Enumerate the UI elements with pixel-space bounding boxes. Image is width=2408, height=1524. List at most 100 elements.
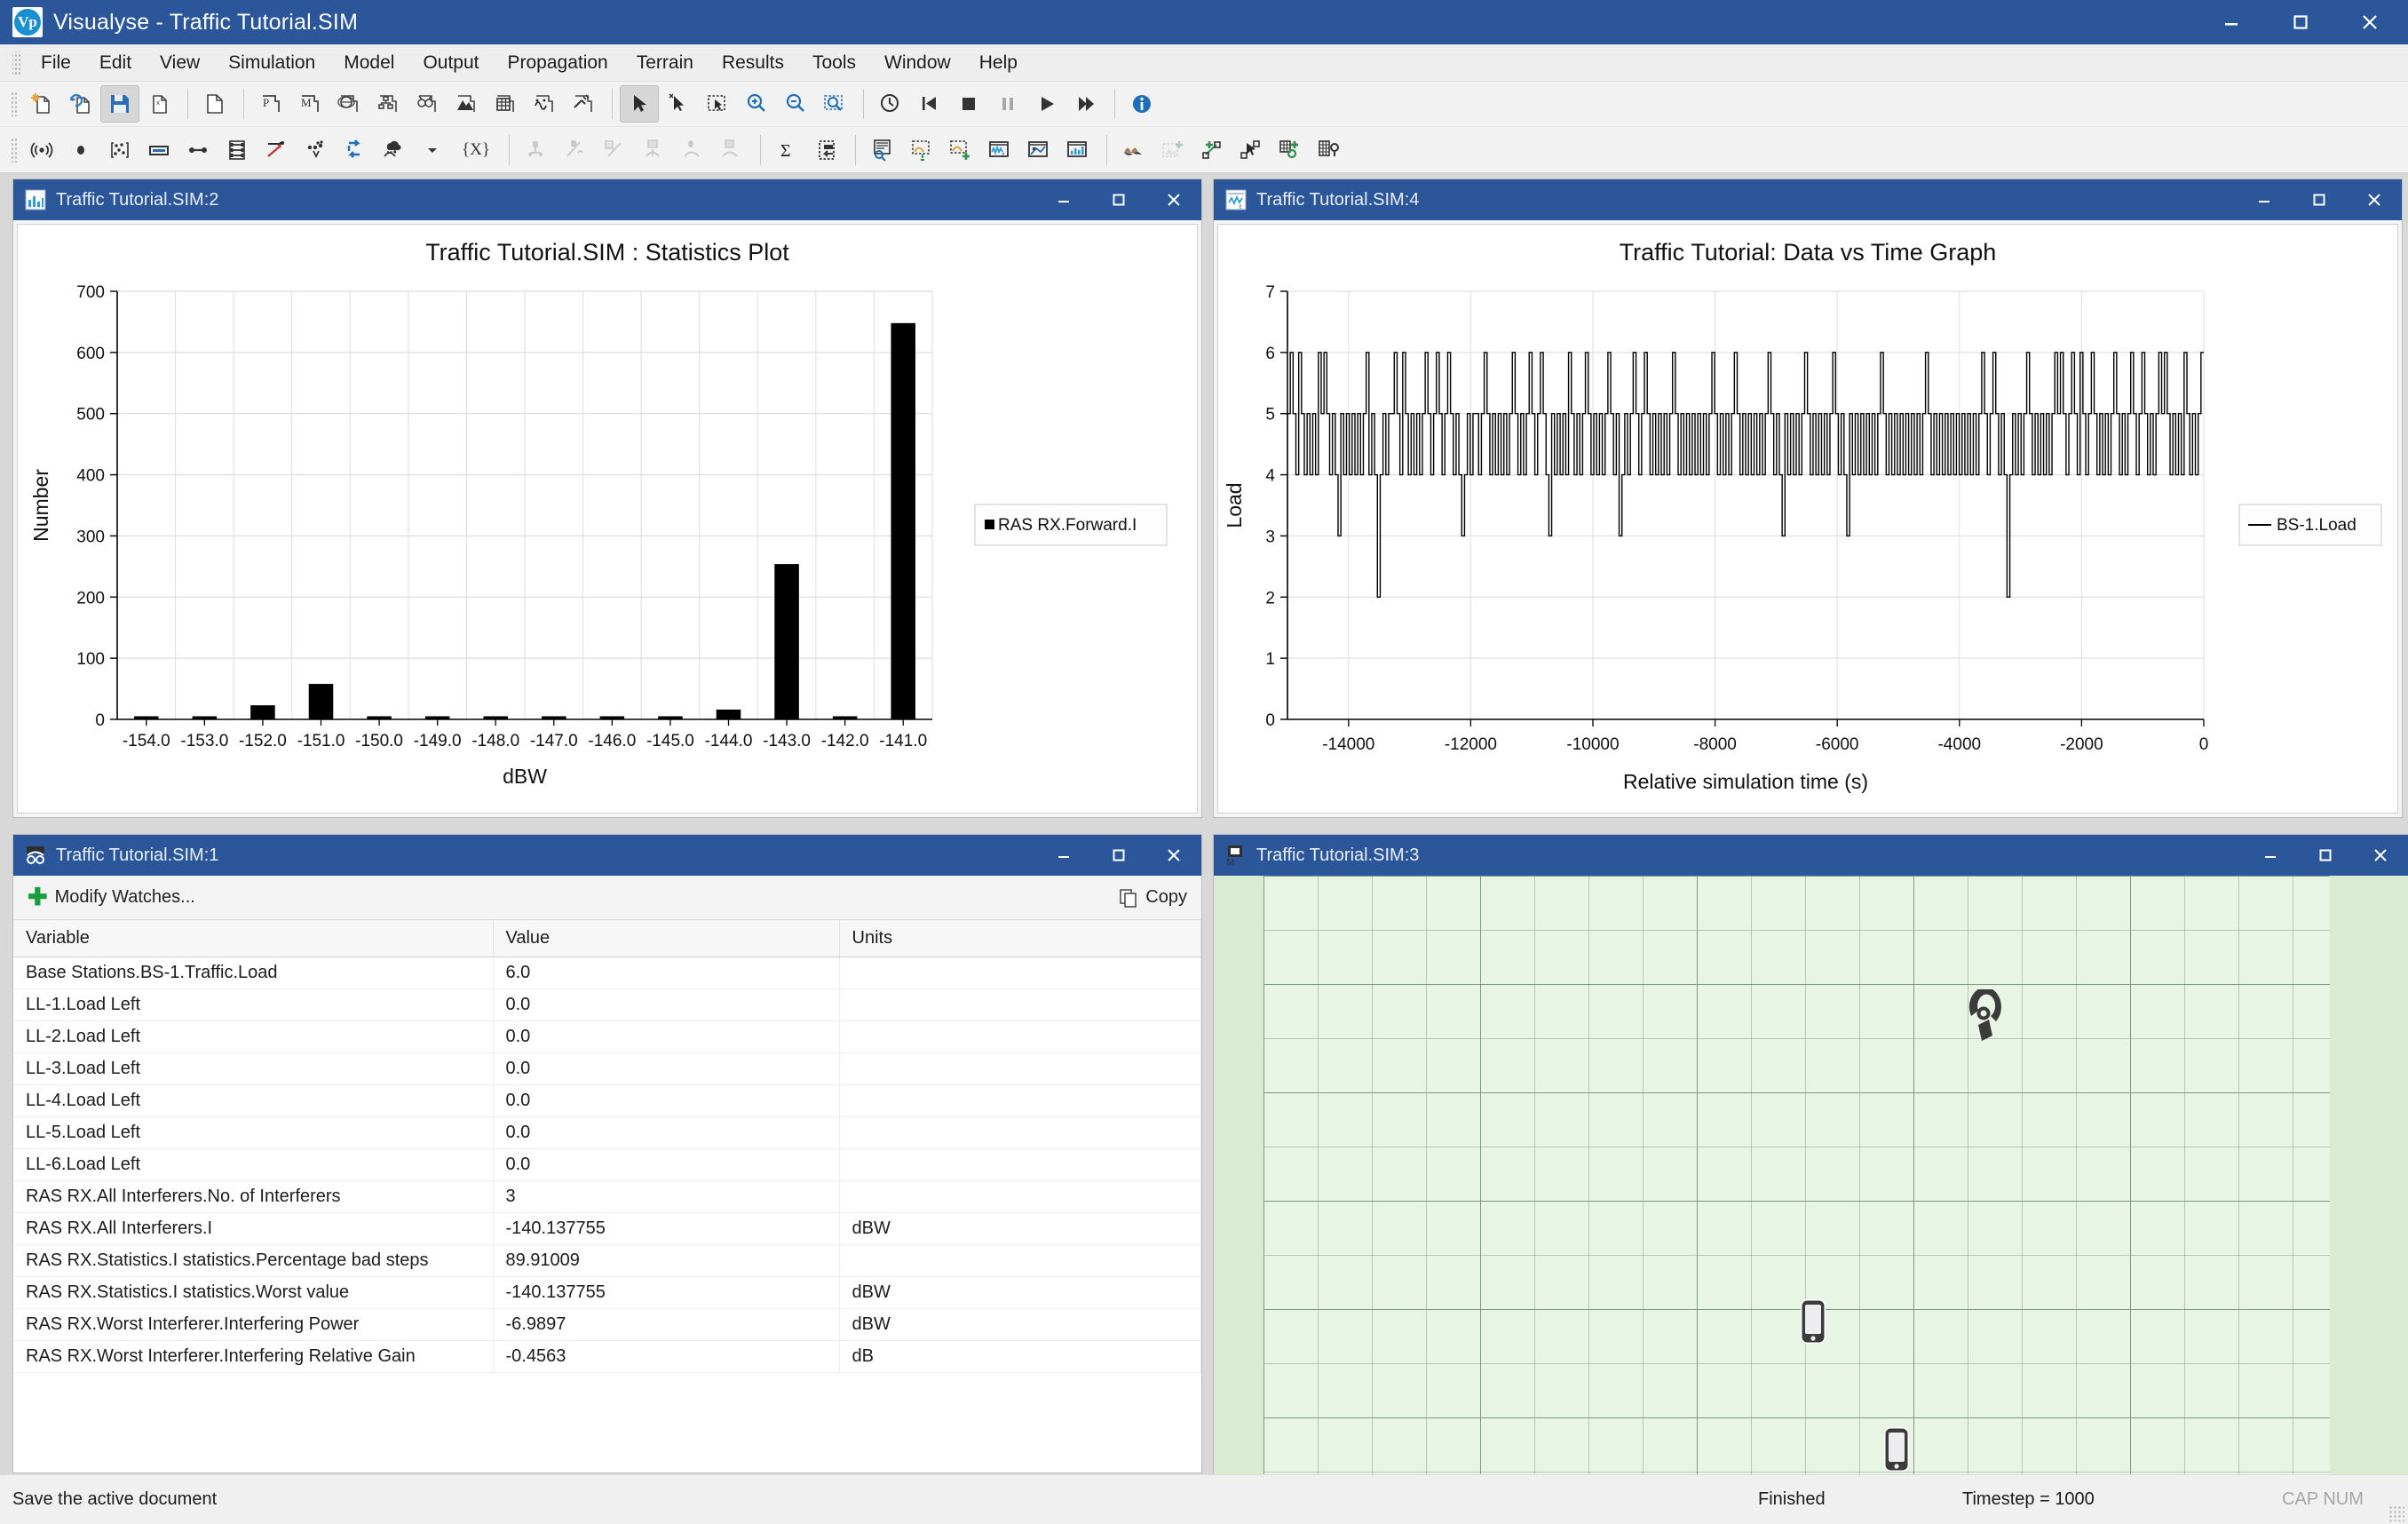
modify-watches-button[interactable]: ✚ Modify Watches... [28,885,195,909]
column-header-units[interactable]: Units [839,920,1201,957]
propagation-cloud-icon[interactable] [375,132,412,168]
antenna-pattern-icon[interactable] [518,132,555,168]
pause-icon[interactable] [989,86,1026,122]
table-row[interactable]: LL-1.Load Left 0.0 [13,988,1201,1021]
watch-close-button[interactable] [1146,835,1201,876]
dynamic-link-icon[interactable] [565,86,602,122]
datavstime-close-button[interactable] [2347,179,2402,220]
menu-tools[interactable]: Tools [798,48,870,78]
zoom-out-icon[interactable] [777,86,814,122]
toolbar-grip[interactable] [11,91,18,116]
report-icon[interactable] [864,132,901,168]
mobile-terminal-icon[interactable] [1798,1297,1828,1351]
watch-maximize-button[interactable] [1091,835,1146,876]
datavstime-maximize-button[interactable] [2292,179,2347,220]
network-link-icon[interactable] [369,86,407,122]
menu-view[interactable]: View [146,48,214,78]
menubar-grip[interactable] [12,51,21,75]
mobile-terminal-icon[interactable] [1881,1425,1912,1477]
antenna-curve-icon[interactable] [674,132,711,168]
menu-window[interactable]: Window [870,48,965,78]
window-watch-titlebar[interactable]: Traffic Tutorial.SIM:1 [13,835,1201,876]
redo-station-icon[interactable] [62,86,99,122]
map-maximize-button[interactable] [2298,835,2353,876]
toolbar-grip[interactable] [11,137,18,163]
window-map[interactable]: M Traffic Tutorial.SIM:3 [1213,834,2408,1477]
variable-icon[interactable]: {X} [453,132,499,168]
globe-link-icon[interactable] [330,86,368,122]
stop-icon[interactable] [950,86,987,122]
window-data-vs-time-titlebar[interactable]: t Traffic Tutorial.SIM:4 [1214,179,2402,220]
copy-station-icon[interactable]: x [140,86,178,122]
dish-antenna-icon[interactable] [1962,987,2007,1049]
clock-icon[interactable] [872,86,909,122]
table-row[interactable]: RAS RX.Statistics.I statistics.Percentag… [13,1244,1201,1277]
table-row[interactable]: RAS RX.Worst Interferer.Interfering Powe… [13,1308,1201,1341]
scatter-graph-icon[interactable] [1020,132,1057,168]
two-way-link-icon[interactable] [336,132,373,168]
watch-add-icon[interactable] [942,132,979,168]
table-row[interactable]: LL-4.Load Left 0.0 [13,1084,1201,1117]
column-header-value[interactable]: Value [493,920,840,957]
column-header-variable[interactable]: Variable [13,920,494,957]
path-p-icon[interactable]: P [252,86,289,122]
menu-propagation[interactable]: Propagation [493,48,622,78]
watch-table-container[interactable]: Variable Value Units Base Stations.BS-1.… [13,920,1201,1472]
map-view[interactable] [1214,876,2408,1477]
zoom-region-icon[interactable] [816,86,853,122]
map-canvas[interactable] [1214,876,2408,1477]
terrain-add-icon[interactable] [1154,132,1192,168]
antenna-pattern-cut-icon[interactable] [596,132,633,168]
point-icon[interactable] [62,132,99,168]
menu-output[interactable]: Output [408,48,493,78]
save-icon[interactable] [100,85,139,123]
statistics-plot-icon[interactable] [1059,132,1097,168]
export-icon[interactable] [808,132,845,168]
app-maximize-button[interactable] [2266,0,2335,44]
pick-arrow-icon[interactable] [660,86,697,122]
resize-grip[interactable] [2388,1505,2404,1521]
link-icon[interactable] [179,132,217,168]
step-forward-icon[interactable] [1067,86,1105,122]
copy-button[interactable]: Copy [1118,887,1187,909]
window-map-titlebar[interactable]: M Traffic Tutorial.SIM:3 [1214,835,2408,876]
vector-arrow-icon[interactable] [257,132,295,168]
window-statistics-plot-titlebar[interactable]: Traffic Tutorial.SIM:2 [13,179,1201,220]
app-close-button[interactable] [2335,0,2404,44]
app-minimize-button[interactable] [2197,0,2266,44]
watch-minimize-button[interactable] [1036,835,1091,876]
antenna-multi-icon[interactable] [713,132,750,168]
antenna-group-icon[interactable] [635,132,672,168]
table-row[interactable]: RAS RX.All Interferers.I -140.137755 dBW [13,1212,1201,1245]
info-icon[interactable] [1123,86,1160,122]
play-icon[interactable] [1028,86,1065,122]
terrain-icon[interactable] [1115,132,1153,168]
table-row[interactable]: Base Stations.BS-1.Traffic.Load 6.0 [13,956,1201,989]
grid-link-icon[interactable] [487,86,524,122]
menu-terrain[interactable]: Terrain [622,48,708,78]
multi-link-icon[interactable] [218,132,256,168]
building-edit-icon[interactable] [1311,132,1348,168]
datavstime-minimize-button[interactable] [2237,179,2292,220]
antenna-pattern-edit-icon[interactable] [557,132,594,168]
constellation-icon[interactable] [101,132,139,168]
pointer-path-icon[interactable] [1232,132,1270,168]
path-profile-icon[interactable] [1193,132,1231,168]
interference-link-icon[interactable] [526,86,563,122]
dropdown-arrow-icon[interactable] [414,132,451,168]
zoom-in-icon[interactable] [738,86,775,122]
table-row[interactable]: LL-3.Load Left 0.0 [13,1052,1201,1085]
new-document-icon[interactable] [196,86,234,122]
map-grid[interactable] [1263,876,2330,1477]
map-minimize-button[interactable] [2243,835,2298,876]
rectangle-area-icon[interactable] [140,132,178,168]
new-station-icon[interactable] [23,86,60,122]
stats-minimize-button[interactable] [1036,179,1091,220]
menu-results[interactable]: Results [708,48,798,78]
window-watch[interactable]: Traffic Tutorial.SIM:1 ✚ Modify Watches.… [12,834,1202,1473]
map-close-button[interactable] [2353,835,2408,876]
stats-maximize-button[interactable] [1091,179,1146,220]
window-statistics-plot[interactable]: Traffic Tutorial.SIM:2 Traffic Tutorial.… [12,179,1202,818]
menu-file[interactable]: File [27,48,85,78]
menu-help[interactable]: Help [965,48,1032,78]
